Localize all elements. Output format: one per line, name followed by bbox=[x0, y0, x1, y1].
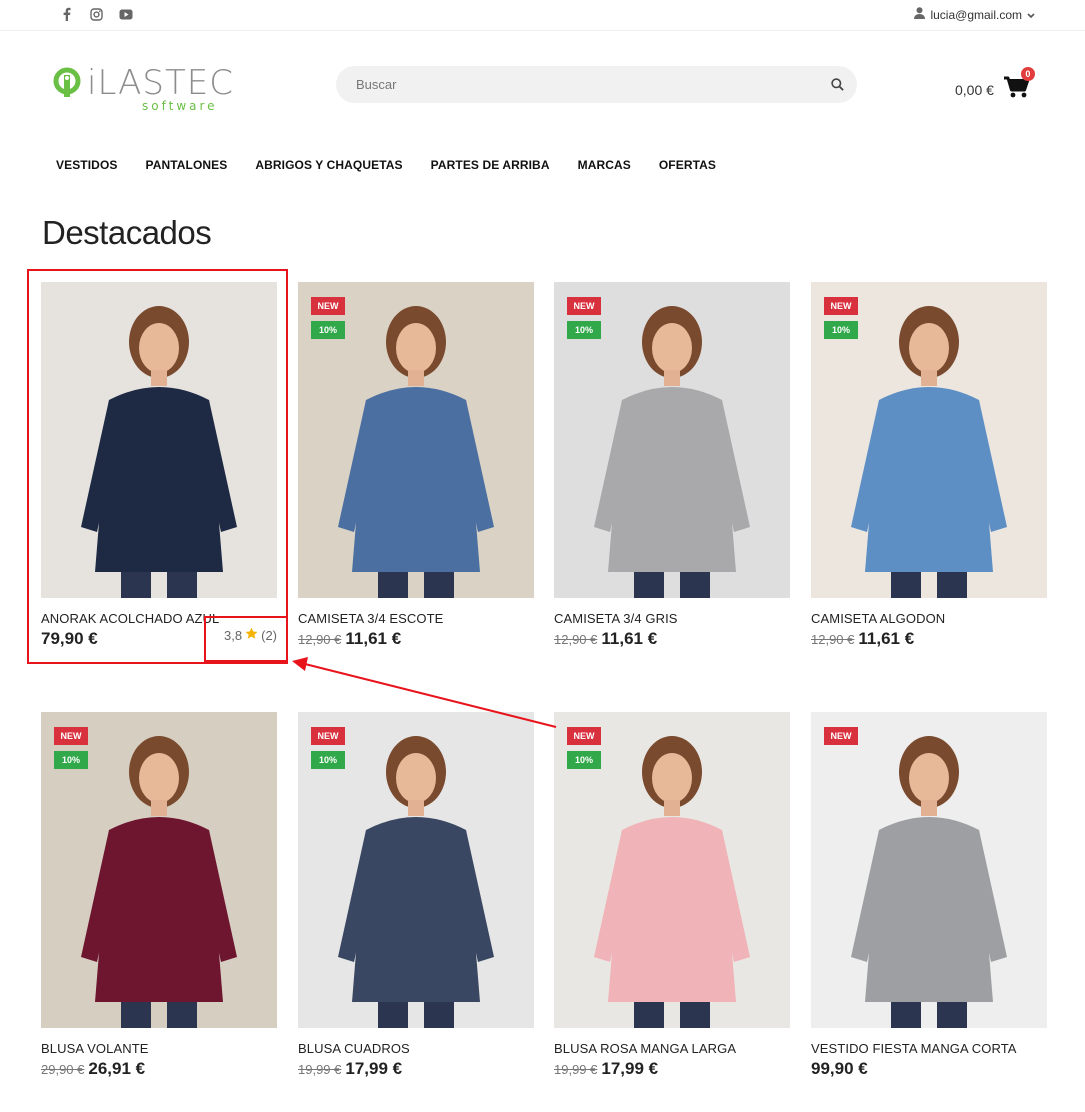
annotation-arrow bbox=[292, 657, 557, 728]
